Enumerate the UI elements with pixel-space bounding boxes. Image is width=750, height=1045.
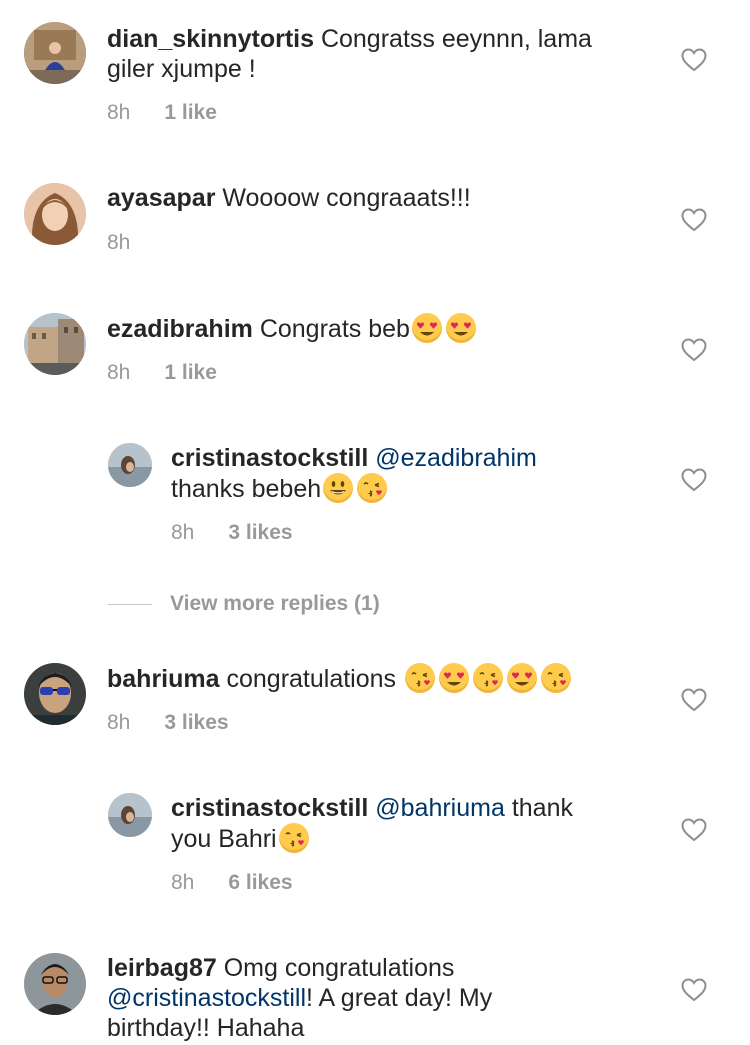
comment-meta: 8h [107, 231, 130, 255]
comment-body-line2: ! A great day! My [306, 984, 493, 1012]
comment-username[interactable]: bahriuma [107, 665, 220, 693]
avatar[interactable] [24, 22, 86, 84]
comment-time: 8h [107, 361, 131, 384]
comment-body-line3: birthday!! Hahaha [107, 1014, 305, 1042]
mention-link[interactable]: @bahriuma [375, 794, 505, 822]
comment-time: 8h [107, 101, 131, 124]
comment-username[interactable]: leirbag87 [107, 954, 217, 982]
avatar[interactable] [108, 443, 152, 487]
comment-body-line2: thanks bebeh [171, 475, 322, 503]
mention-link[interactable]: @ezadibrahim [375, 444, 537, 472]
comment-text: ayasapar Woooow congraaats!!! [107, 183, 471, 213]
comment-text: bahriuma congratulations [107, 663, 573, 694]
comment-meta: 8h 1 like [107, 101, 217, 125]
comment-body: Woooow congraaats!!! [215, 184, 471, 212]
view-more-replies-button[interactable]: View more replies (1) [108, 592, 380, 616]
heart-outline-icon[interactable] [681, 818, 707, 842]
avatar[interactable] [108, 793, 152, 837]
comment-username[interactable]: dian_skinnytortis [107, 25, 314, 53]
face-blowing-kiss-emoji [472, 663, 503, 693]
comment-likes[interactable]: 1 like [164, 101, 217, 124]
comment-body: Congratss eeynnn, lama [314, 25, 592, 53]
face-blowing-kiss-emoji [540, 663, 571, 693]
comment-meta: 8h 6 likes [171, 871, 293, 895]
comment-username[interactable]: ayasapar [107, 184, 215, 212]
heart-outline-icon[interactable] [681, 688, 707, 712]
face-blowing-kiss-emoji [357, 473, 388, 503]
face-blowing-kiss-emoji [278, 823, 309, 853]
avatar[interactable] [24, 183, 86, 245]
comment-body: Omg congratulations [216, 954, 455, 982]
avatar[interactable] [24, 663, 86, 725]
comment-likes[interactable]: 3 likes [164, 711, 228, 734]
comment-time: 8h [107, 711, 131, 734]
grinning-face-emoji [323, 473, 354, 503]
reply-text: cristinastockstill @ezadibrahim thanks b… [171, 443, 537, 504]
heart-eyes-emoji [506, 663, 537, 693]
comment-body-line2: giler xjumpe ! [107, 55, 256, 83]
comment-time: 8h [107, 231, 131, 254]
comment-text: leirbag87 Omg congratulations @cristinas… [107, 953, 492, 1043]
heart-eyes-emoji [445, 313, 476, 343]
heart-eyes-emoji [411, 313, 442, 343]
comment-body: thank [504, 794, 573, 822]
comment-likes[interactable]: 6 likes [228, 871, 292, 894]
heart-outline-icon[interactable] [681, 48, 707, 72]
comment-time: 8h [171, 871, 195, 894]
comment-text: dian_skinnytortis Congratss eeynnn, lama… [107, 24, 592, 84]
heart-eyes-emoji [438, 663, 469, 693]
avatar[interactable] [24, 953, 86, 1015]
divider-line [108, 603, 152, 605]
comment-likes[interactable]: 3 likes [228, 521, 292, 544]
view-more-replies-label: View more replies (1) [170, 592, 380, 615]
heart-outline-icon[interactable] [681, 978, 707, 1002]
mention-link[interactable]: @cristinastockstill [107, 984, 306, 1012]
comment-username[interactable]: cristinastockstill [171, 794, 368, 822]
comment-meta: 8h 3 likes [107, 711, 229, 735]
reply-text: cristinastockstill @bahriuma thank you B… [171, 793, 573, 854]
comment-body-line2: you Bahri [171, 825, 277, 853]
comment-username[interactable]: cristinastockstill [171, 444, 368, 472]
comment-likes[interactable]: 1 like [164, 361, 217, 384]
comment-body: Congrats beb [252, 315, 410, 343]
comment-body: congratulations [219, 665, 403, 693]
heart-outline-icon[interactable] [681, 468, 707, 492]
avatar[interactable] [24, 313, 86, 375]
comment-meta: 8h 3 likes [171, 521, 293, 545]
heart-outline-icon[interactable] [681, 338, 707, 362]
face-blowing-kiss-emoji [404, 663, 435, 693]
comment-username[interactable]: ezadibrahim [107, 315, 253, 343]
comment-text: ezadibrahim Congrats beb [107, 313, 478, 344]
comment-meta: 8h 1 like [107, 361, 217, 385]
comment-time: 8h [171, 521, 195, 544]
heart-outline-icon[interactable] [681, 208, 707, 232]
